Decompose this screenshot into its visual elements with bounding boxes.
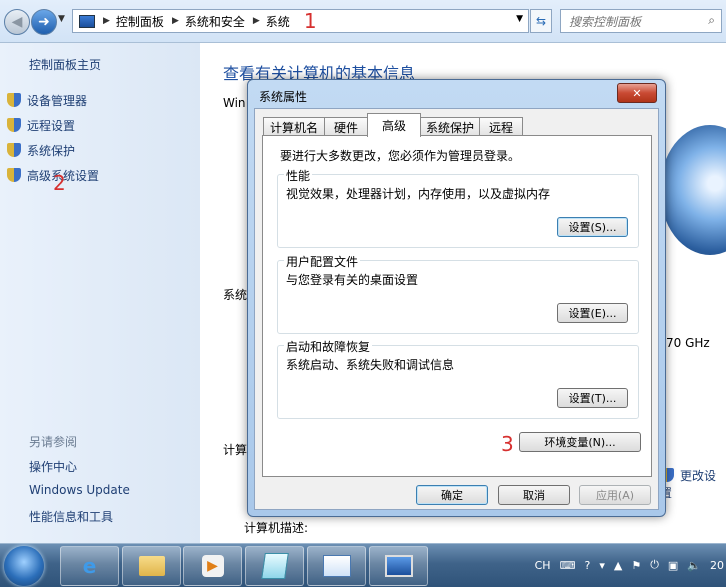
tab-system-protection[interactable]: 系统保护 [420,117,480,136]
arrow-left-icon: ◀ [11,14,23,30]
search-icon[interactable]: ⌕ [708,13,715,28]
system-properties-dialog: 系统属性 ✕ 计算机名 硬件 高级 系统保护 远程 要进行大多数更改，您必须作为… [247,79,666,517]
address-bar[interactable]: ▶ 控制面板 ▶ 系统和安全 ▶ 系统 1 ▼ [72,9,529,33]
group-performance: 性能 视觉效果，处理器计划，内存使用，以及虚拟内存 设置(S)... [277,167,639,248]
shield-icon [7,168,21,182]
tab-computer-name[interactable]: 计算机名 [263,117,325,136]
volume-icon[interactable]: 🔈 [687,559,701,572]
history-dropdown-icon[interactable]: ▼ [58,14,65,24]
group-title: 用户配置文件 [284,253,361,270]
control-panel-icon [322,555,351,577]
group-title: 启动和故障恢复 [284,338,373,355]
notepad-icon [260,553,289,579]
processor-speed: 70 GHz [666,336,710,350]
system-tray: CH ⌨ ? ▾ ▲ ⚑ ⏻ ▣ 🔈 20 [526,546,726,584]
group-description: 视觉效果，处理器计划，内存使用，以及虚拟内存 [286,187,551,201]
computer-icon [79,14,95,28]
taskbar-item-explorer[interactable] [122,546,181,586]
system-heading: 系统 [223,288,248,302]
start-button[interactable] [4,546,44,586]
left-navigation-pane: 控制面板主页 设备管理器 远程设置 系统保护 高级系统设置 2 另请参阅 操作中… [0,43,200,543]
computer-name-heading: 计算 [223,443,248,457]
refresh-button[interactable]: ⇆ [530,9,552,33]
group-description: 与您登录有关的桌面设置 [286,273,419,287]
admin-note: 要进行大多数更改，您必须作为管理员登录。 [280,149,521,163]
change-settings-link[interactable]: 更改设置 [660,467,726,501]
folder-icon [138,556,165,576]
group-startup-recovery: 启动和故障恢复 系统启动、系统失败和调试信息 设置(T)... [277,338,639,419]
taskbar-item-notepad[interactable] [245,546,304,586]
power-icon[interactable]: ⏻ [650,558,659,572]
cancel-button[interactable]: 取消 [498,485,570,505]
task-label: 系统保护 [27,144,76,158]
task-remote-settings[interactable]: 远程设置 [7,117,75,134]
computer-description-label: 计算机描述: [244,521,309,535]
network-icon[interactable]: ▣ [668,559,678,572]
user-profiles-settings-button[interactable]: 设置(E)... [557,303,628,323]
control-panel-home-link[interactable]: 控制面板主页 [29,56,101,73]
task-system-protection[interactable]: 系统保护 [7,142,75,159]
chevron-right-icon: ▶ [103,16,110,26]
flag-icon[interactable]: ⚑ [631,559,641,572]
dropdown-icon[interactable]: ▾ [599,559,605,572]
edition-heading: Win [223,96,246,110]
annotation-marker-2: 2 [53,171,66,195]
breadcrumb-system-security[interactable]: 系统和安全 [185,13,245,30]
search-input[interactable] [567,12,701,32]
breadcrumb-control-panel[interactable]: 控制面板 [116,13,164,30]
language-indicator[interactable]: CH [535,559,551,572]
performance-settings-button[interactable]: 设置(S)... [557,217,628,237]
chevron-right-icon[interactable]: ▶ [253,16,260,26]
help-icon[interactable]: ? [584,559,590,572]
taskbar-item-control-panel[interactable] [307,546,366,586]
search-box[interactable]: ⌕ [560,9,722,33]
close-button[interactable]: ✕ [617,83,657,103]
shield-icon [7,143,21,157]
taskbar-item-system[interactable] [369,546,428,586]
task-device-manager[interactable]: 设备管理器 [7,92,87,109]
internet-explorer-icon: e [82,554,97,578]
tab-advanced[interactable]: 高级 [367,113,421,137]
show-hidden-icons-icon[interactable]: ▲ [614,559,622,572]
shield-icon [7,118,21,132]
see-also-heading: 另请参阅 [29,435,78,449]
address-toolbar: ◀ ➜ ▼ ▶ 控制面板 ▶ 系统和安全 ▶ 系统 1 ▼ ⇆ ⌕ [0,0,726,43]
annotation-marker-3: 3 [501,432,514,456]
advanced-tab-panel: 要进行大多数更改，您必须作为管理员登录。 性能 视觉效果，处理器计划，内存使用，… [262,135,652,477]
windows-logo-icon [660,125,726,255]
group-title: 性能 [284,167,313,184]
keyboard-icon[interactable]: ⌨ [560,559,576,572]
refresh-icon: ⇆ [535,14,547,28]
tab-remote[interactable]: 远程 [479,117,523,136]
shield-icon [7,93,21,107]
group-user-profiles: 用户配置文件 与您登录有关的桌面设置 设置(E)... [277,253,639,334]
link-performance-info[interactable]: 性能信息和工具 [29,508,113,525]
clock[interactable]: 20 [710,559,724,572]
chevron-right-icon[interactable]: ▶ [172,16,179,26]
ok-button[interactable]: 确定 [416,485,488,505]
media-player-icon: ▶ [201,555,224,577]
address-dropdown-icon[interactable]: ▼ [516,14,523,24]
dialog-title: 系统属性 [259,90,308,104]
task-label: 远程设置 [27,119,76,133]
taskbar-item-ie[interactable]: e [60,546,119,586]
group-description: 系统启动、系统失败和调试信息 [286,358,455,372]
tab-hardware[interactable]: 硬件 [324,117,368,136]
link-windows-update[interactable]: Windows Update [29,483,130,497]
link-action-center[interactable]: 操作中心 [29,458,77,475]
taskbar-item-media-player[interactable]: ▶ [183,546,242,586]
taskbar: e ▶ CH ⌨ ? ▾ ▲ ⚑ ⏻ ▣ 🔈 20 [0,543,726,587]
task-label: 设备管理器 [27,94,88,108]
forward-button[interactable]: ➜ [31,9,57,35]
apply-button[interactable]: 应用(A) [579,485,651,505]
breadcrumb-system[interactable]: 系统 [266,13,290,30]
back-button[interactable]: ◀ [4,9,30,35]
computer-icon [384,555,413,577]
startup-recovery-settings-button[interactable]: 设置(T)... [557,388,628,408]
arrow-right-icon: ➜ [38,14,50,30]
annotation-marker-1: 1 [303,9,317,33]
environment-variables-button[interactable]: 环境变量(N)... [519,432,641,452]
close-icon: ✕ [632,86,642,100]
dialog-body: 计算机名 硬件 高级 系统保护 远程 要进行大多数更改，您必须作为管理员登录。 … [254,108,659,510]
